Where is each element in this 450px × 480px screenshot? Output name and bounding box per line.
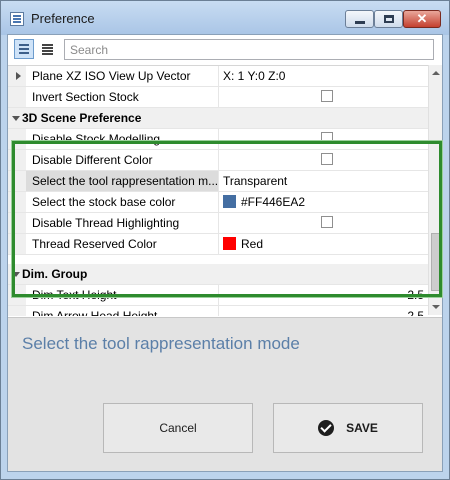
property-name: Select the tool rappresentation m... [32, 174, 217, 188]
property-name: Plane XZ ISO View Up Vector [32, 69, 191, 83]
save-button[interactable]: SAVE [273, 403, 423, 453]
preference-window: Preference ✕ Plane XZ ISO View Up Vector… [0, 0, 450, 480]
categorized-icon [19, 44, 29, 46]
property-row-tool-representation-mode[interactable]: Select the tool rappresentation m... Tra… [8, 171, 428, 192]
row-gutter [8, 129, 26, 149]
property-row-disable-thread-highlighting[interactable]: Disable Thread Highlighting [8, 213, 428, 234]
row-gutter [8, 285, 26, 305]
cancel-button[interactable]: Cancel [103, 403, 253, 453]
save-label: SAVE [346, 421, 378, 435]
expand-arrow-icon[interactable] [16, 72, 21, 80]
property-panel: Plane XZ ISO View Up Vector X: 1 Y:0 Z:0… [7, 34, 443, 472]
category-row-3d-scene-preference[interactable]: 3D Scene Preference [8, 108, 428, 129]
property-row-dim-arrow-head-height[interactable]: Dim Arrow Head Height 2.5 [8, 306, 428, 316]
scroll-thumb[interactable] [431, 233, 440, 291]
color-value-text: Red [241, 237, 264, 251]
numeric-value: 2.5 [407, 288, 424, 302]
property-name: Dim Text Height [32, 288, 117, 302]
numeric-value: 2.5 [407, 309, 424, 316]
title-bar[interactable]: Preference ✕ [1, 1, 449, 35]
vertical-scrollbar[interactable] [428, 65, 442, 315]
property-name: Disable Thread Highlighting [32, 216, 180, 230]
check-circle-icon [318, 420, 335, 436]
thread-reserved-color-value[interactable]: Red [218, 234, 428, 254]
list-icon [42, 44, 53, 46]
row-gutter [8, 306, 26, 316]
category-name: 3D Scene Preference [22, 111, 142, 125]
row-gutter [8, 192, 26, 212]
app-icon [10, 12, 24, 26]
property-row-plane-xz-iso-view-up-vector[interactable]: Plane XZ ISO View Up Vector X: 1 Y:0 Z:0 [8, 66, 428, 87]
disable-different-color-checkbox[interactable] [321, 153, 333, 165]
window-title: Preference [31, 11, 95, 26]
property-value-cell [218, 150, 428, 170]
scroll-up-icon[interactable] [432, 71, 440, 75]
scroll-down-icon[interactable] [432, 305, 440, 309]
description-text: Select the tool rappresentation mode [22, 334, 300, 353]
row-gutter [8, 171, 26, 191]
property-value-cell[interactable]: 2.5 [218, 285, 428, 305]
property-value[interactable]: X: 1 Y:0 Z:0 [218, 66, 428, 86]
property-value-cell [218, 87, 428, 107]
collapse-arrow-icon[interactable] [12, 116, 20, 121]
property-row-stock-base-color[interactable]: Select the stock base color #FF446EA2 [8, 192, 428, 213]
color-value-text: #FF446EA2 [241, 195, 306, 209]
property-name: Disable Different Color [32, 153, 153, 167]
category-name: Dim. Group [22, 267, 88, 281]
property-row-dim-text-height[interactable]: Dim Text Height 2.5 [8, 285, 428, 306]
property-name: Invert Section Stock [32, 90, 139, 104]
property-row-invert-section-stock[interactable]: Invert Section Stock [8, 87, 428, 108]
row-gutter [8, 234, 26, 254]
minimize-button[interactable] [345, 10, 374, 28]
row-gutter [8, 87, 26, 107]
description-panel: Select the tool rappresentation mode [8, 317, 442, 393]
stock-base-color-value[interactable]: #FF446EA2 [218, 192, 428, 212]
collapse-arrow-icon[interactable] [12, 272, 20, 277]
property-row-disable-different-color[interactable]: Disable Different Color [8, 150, 428, 171]
disable-thread-highlighting-checkbox[interactable] [321, 216, 333, 228]
invert-section-stock-checkbox[interactable] [321, 90, 333, 102]
property-name: Dim Arrow Head Height [32, 309, 158, 316]
cancel-label: Cancel [159, 421, 197, 435]
close-button[interactable]: ✕ [403, 10, 441, 28]
row-gutter [8, 150, 26, 170]
property-name: Disable Stock Modelling [32, 132, 161, 146]
property-row-thread-reserved-color[interactable]: Thread Reserved Color Red [8, 234, 428, 255]
color-swatch [223, 195, 236, 208]
disable-stock-modelling-checkbox[interactable] [321, 132, 333, 144]
property-name: Select the stock base color [32, 195, 176, 209]
property-row-disable-stock-modelling[interactable]: Disable Stock Modelling [8, 129, 428, 150]
maximize-icon [383, 15, 394, 23]
property-toolbar [8, 35, 442, 65]
color-swatch [223, 237, 236, 250]
alphabetical-view-button[interactable] [38, 39, 58, 59]
categorized-view-button[interactable] [14, 39, 34, 59]
property-value-cell [218, 213, 428, 233]
search-input[interactable] [64, 39, 434, 60]
dialog-footer: Cancel SAVE [8, 393, 442, 471]
minimize-icon [354, 20, 365, 24]
row-gutter [8, 213, 26, 233]
property-name: Thread Reserved Color [32, 237, 157, 251]
tool-representation-value[interactable]: Transparent [218, 171, 428, 191]
property-value-cell [218, 129, 428, 149]
maximize-button[interactable] [374, 10, 403, 28]
category-row-dim-group[interactable]: Dim. Group [8, 264, 428, 285]
property-value-cell[interactable]: 2.5 [218, 306, 428, 316]
property-grid: Plane XZ ISO View Up Vector X: 1 Y:0 Z:0… [8, 65, 442, 316]
close-icon: ✕ [416, 11, 428, 26]
